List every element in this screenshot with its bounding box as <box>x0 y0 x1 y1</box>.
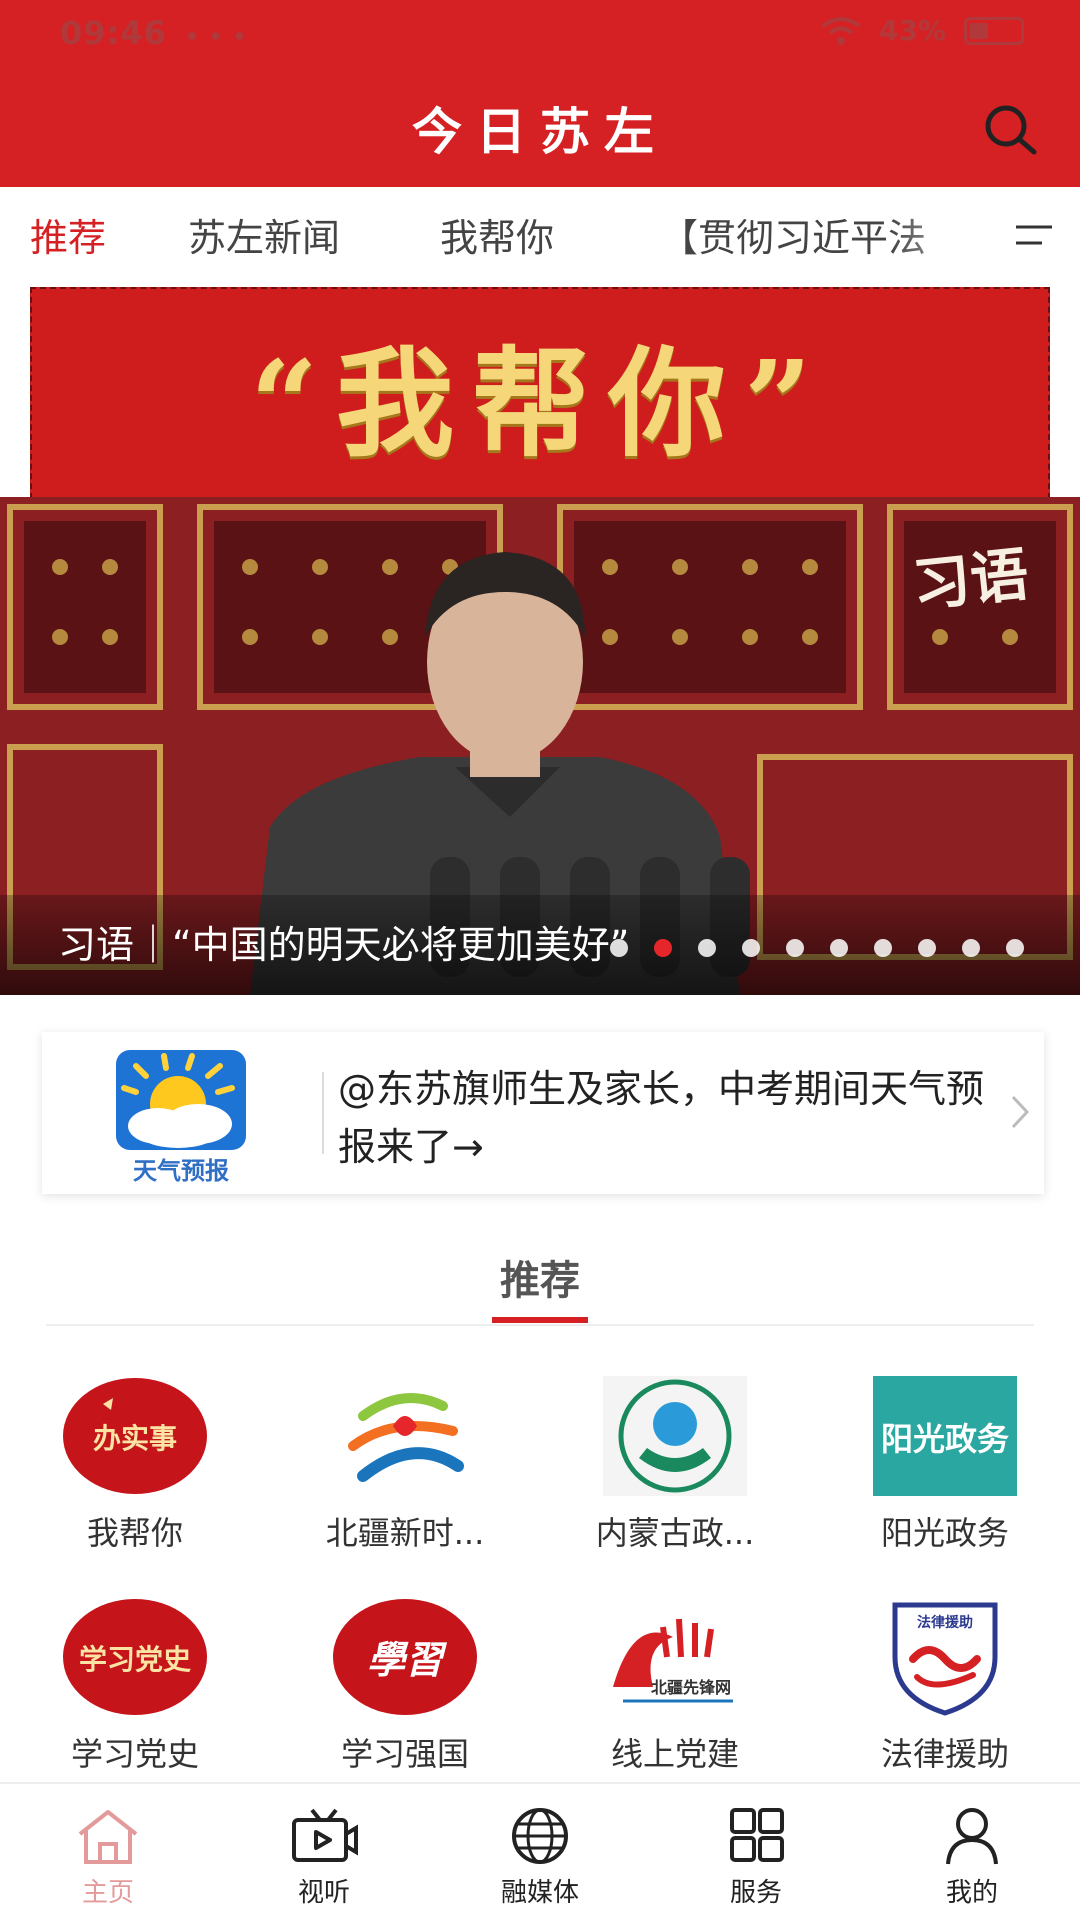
recommended-section-title: 推荐 <box>500 1258 580 1304</box>
service-item-label: 阳光政务 <box>880 1514 1009 1552</box>
svg-text:法律援助: 法律援助 <box>917 1614 973 1631</box>
status-bar: 09:46 • • • 43% <box>0 0 1080 70</box>
app-header: 09:46 • • • 43% 今日苏左 <box>0 0 1080 187</box>
carousel-indicator[interactable] <box>610 939 1024 957</box>
xiyu-brand-mark: 习语 <box>909 540 1032 620</box>
globe-icon <box>512 1808 568 1864</box>
user-icon <box>946 1808 998 1865</box>
tv-icon <box>292 1808 358 1862</box>
bottom-navigation: 主页 视听 融媒体 服务 我的 <box>0 1782 1080 1920</box>
service-item-xuexi-qiangguo[interactable]: 學習 学习强国 <box>270 1597 540 1797</box>
tab-suzuo-news[interactable]: 苏左新闻 <box>188 207 340 262</box>
nav-audio-video[interactable]: 视听 <box>216 1784 432 1920</box>
weather-forecast-logo: 天气预报 <box>106 1046 256 1186</box>
channel-menu-icon[interactable] <box>1012 219 1056 251</box>
nav-label: 服务 <box>729 1878 782 1908</box>
wifi-icon <box>821 16 861 45</box>
hero-caption: 习语｜“中国的明天必将更加美好” <box>58 923 630 967</box>
tab-fade <box>890 187 1010 283</box>
service-item-online-party-building[interactable]: 北疆先锋网 线上党建 <box>540 1597 810 1797</box>
carousel-dot[interactable] <box>610 939 628 957</box>
nav-home[interactable]: 主页 <box>0 1784 216 1920</box>
nav-media[interactable]: 融媒体 <box>432 1784 648 1920</box>
status-more-dots: • • • <box>185 25 248 50</box>
tab-xi-law[interactable]: 【贯彻习近平法 <box>660 207 926 262</box>
battery-percent: 43% <box>878 14 946 47</box>
sunshine-gov-icon: 阳光政务 <box>873 1376 1017 1496</box>
nav-label: 视听 <box>297 1878 350 1908</box>
tab-help-you[interactable]: 我帮你 <box>440 207 554 262</box>
legal-aid-icon: 法律援助 <box>892 1602 998 1716</box>
nav-services[interactable]: 服务 <box>648 1784 864 1920</box>
service-item-help-you[interactable]: 办实事 我帮你 <box>0 1376 270 1576</box>
service-item-label: 我帮你 <box>86 1514 183 1552</box>
inner-mongolia-gov-icon <box>603 1376 747 1496</box>
service-item-label: 学习强国 <box>340 1735 469 1773</box>
service-item-label: 内蒙古政... <box>595 1514 755 1552</box>
online-party-building-icon: 北疆先锋网 <box>603 1597 747 1717</box>
notice-text: @东苏旗师生及家长，中考期间天气预报来了→ <box>338 1067 985 1169</box>
help-you-banner[interactable]: “我帮你” <box>30 287 1050 499</box>
service-item-label: 北疆新时... <box>325 1514 485 1552</box>
service-item-inner-mongolia-gov[interactable]: 内蒙古政... <box>540 1376 810 1576</box>
service-item-beijiang[interactable]: 北疆新时... <box>270 1376 540 1576</box>
weather-notice-card[interactable]: 天气预报 @东苏旗师生及家长，中考期间天气预报来了→ <box>42 1032 1044 1194</box>
service-item-sunshine-gov[interactable]: 阳光政务 阳光政务 <box>810 1376 1080 1576</box>
home-icon <box>78 1810 138 1864</box>
xuexi-qiangguo-icon: 學習 <box>333 1599 477 1715</box>
channel-tabs: 推荐 苏左新闻 我帮你 【贯彻习近平法 <box>0 187 1080 283</box>
carousel-dot[interactable] <box>962 939 980 957</box>
status-time: 09:46 <box>60 14 167 52</box>
carousel-dot[interactable] <box>874 939 892 957</box>
nav-label: 主页 <box>81 1878 134 1908</box>
serve-the-people-icon: 办实事 <box>63 1378 207 1494</box>
carousel-dot[interactable] <box>654 939 672 957</box>
svg-text:阳光政务: 阳光政务 <box>881 1420 1009 1458</box>
service-item-legal-aid[interactable]: 法律援助 法律援助 <box>810 1597 1080 1797</box>
battery-icon <box>964 16 1024 45</box>
beijiang-logo-icon <box>348 1393 464 1482</box>
carousel-dot[interactable] <box>1006 939 1024 957</box>
carousel-dot[interactable] <box>918 939 936 957</box>
weather-sun-cloud-icon <box>116 1050 246 1150</box>
nav-label: 我的 <box>945 1878 998 1908</box>
section-divider <box>46 1324 1034 1326</box>
carousel-dot[interactable] <box>786 939 804 957</box>
party-history-icon: 学习党史 <box>63 1599 207 1715</box>
svg-text:學習: 學習 <box>367 1637 448 1682</box>
carousel-dot[interactable] <box>830 939 848 957</box>
weather-logo-label: 天气预报 <box>133 1157 229 1185</box>
tab-recommended[interactable]: 推荐 <box>30 207 106 262</box>
chevron-right-icon <box>1011 1095 1030 1129</box>
svg-text:北疆先锋网: 北疆先锋网 <box>651 1678 731 1697</box>
search-icon[interactable] <box>980 100 1040 160</box>
app-title: 今日苏左 <box>412 102 668 161</box>
notice-divider <box>322 1072 324 1154</box>
carousel-dot[interactable] <box>698 939 716 957</box>
service-item-label: 法律援助 <box>880 1735 1009 1773</box>
hero-carousel[interactable]: 习语 习语｜“中国的明天必将更加美好” <box>0 497 1080 995</box>
service-item-label: 学习党史 <box>70 1735 199 1773</box>
service-item-label: 线上党建 <box>610 1735 739 1773</box>
carousel-dot[interactable] <box>742 939 760 957</box>
grid-icon <box>730 1808 784 1862</box>
status-icons: 43% <box>821 14 1024 47</box>
nav-label: 融媒体 <box>500 1878 579 1908</box>
nav-mine[interactable]: 我的 <box>864 1784 1080 1920</box>
svg-text:学习党史: 学习党史 <box>79 1643 191 1676</box>
service-item-party-history[interactable]: 学习党史 学习党史 <box>0 1597 270 1797</box>
svg-text:办实事: 办实事 <box>93 1422 177 1455</box>
section-title-underline <box>492 1317 588 1323</box>
banner-text: “我帮你” <box>250 333 830 473</box>
